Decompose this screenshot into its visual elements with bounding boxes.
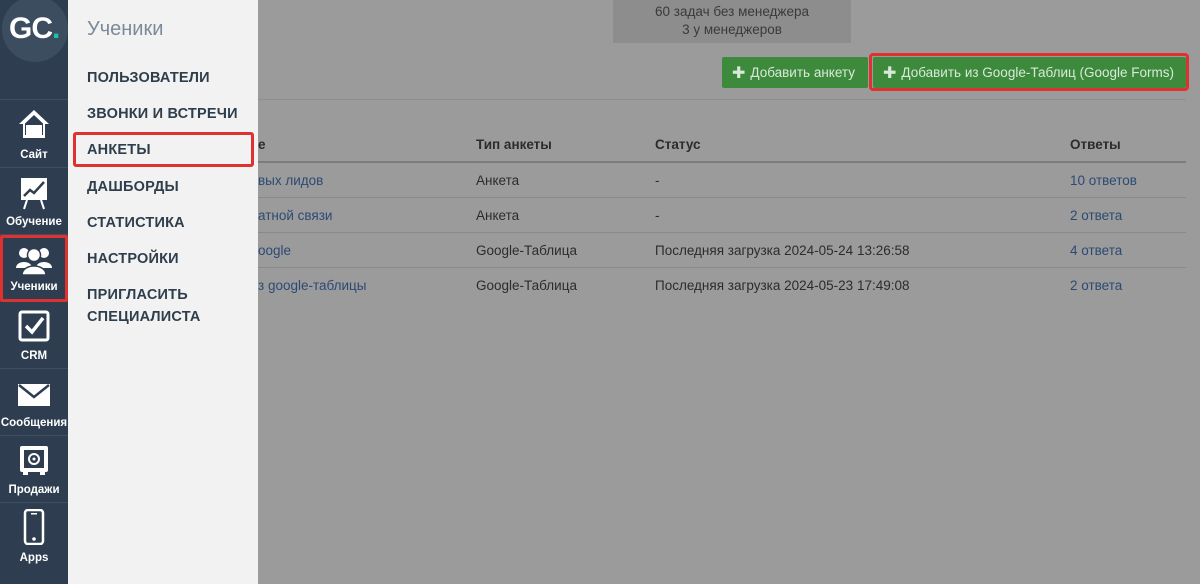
submenu-item-invite-line1: ПРИГЛАСИТЬ — [87, 287, 188, 303]
plus-icon: ✚ — [732, 64, 746, 82]
form-name-link[interactable]: вых лидов — [258, 173, 323, 188]
submenu-item-invite[interactable]: ПРИГЛАСИТЬ СПЕЦИАЛИСТА — [87, 284, 201, 328]
answers-link[interactable]: 2 ответа — [1070, 208, 1122, 223]
submenu-item-users[interactable]: ПОЛЬЗОВАТЕЛИ — [87, 67, 210, 89]
stats-manager-tasks: 3 у менеджеров — [682, 22, 782, 37]
form-status: - — [655, 208, 660, 223]
rail-item-students[interactable]: Ученики — [0, 235, 68, 302]
form-name-link[interactable]: oogle — [258, 243, 291, 258]
row-divider — [258, 197, 1186, 198]
rail-item-sales[interactable]: Продажи — [0, 436, 68, 503]
rail-item-crm[interactable]: CRM — [0, 302, 68, 369]
rail-item-site[interactable]: Сайт — [0, 100, 68, 168]
logo-dot: . — [52, 12, 60, 45]
rail-label-students: Ученики — [10, 281, 58, 293]
logo-text: GC — [9, 12, 53, 45]
phone-icon — [23, 508, 45, 550]
chart-board-icon — [19, 176, 49, 215]
safe-icon — [18, 444, 50, 481]
plus-icon: ✚ — [883, 64, 897, 82]
form-type: Google-Таблица — [476, 278, 577, 293]
form-status: Последняя загрузка 2024-05-24 13:26:58 — [655, 243, 910, 258]
house-icon — [17, 108, 51, 145]
form-type: Анкета — [476, 208, 520, 223]
add-from-google-button[interactable]: ✚ Добавить из Google-Таблиц (Google Form… — [873, 57, 1186, 88]
add-form-button[interactable]: ✚ Добавить анкету — [722, 57, 868, 88]
row-divider — [258, 232, 1186, 233]
logo-area: GC. — [0, 0, 68, 100]
submenu-item-invite-line2: СПЕЦИАЛИСТА — [87, 309, 201, 325]
rail-item-messages[interactable]: Сообщения — [0, 369, 68, 436]
column-header-status: Статус — [655, 137, 701, 152]
logo[interactable]: GC. — [9, 12, 60, 45]
column-header-type: Тип анкеты — [476, 137, 552, 152]
rail-item-learning[interactable]: Обучение — [0, 168, 68, 235]
form-status: - — [655, 173, 660, 188]
rail-label-learning: Обучение — [6, 216, 62, 228]
form-type: Google-Таблица — [476, 243, 577, 258]
task-stats: 60 задач без менеджера 3 у менеджеров — [613, 0, 851, 43]
rail-item-apps[interactable]: Apps — [0, 503, 68, 570]
checkbox-icon — [18, 310, 50, 347]
stats-unassigned-tasks: 60 задач без менеджера — [655, 4, 809, 19]
submenu-item-statistics[interactable]: СТАТИСТИКА — [87, 212, 185, 234]
rail-label-site: Сайт — [20, 149, 48, 161]
column-header-answers: Ответы — [1070, 137, 1121, 152]
students-submenu: Ученики ПОЛЬЗОВАТЕЛИ ЗВОНКИ И ВСТРЕЧИ АН… — [68, 0, 258, 584]
rail-label-messages: Сообщения — [0, 417, 68, 429]
submenu-item-forms[interactable]: АНКЕТЫ — [87, 139, 151, 161]
form-name-link[interactable]: атной связи — [258, 208, 332, 223]
answers-link[interactable]: 10 ответов — [1070, 173, 1137, 188]
table-header-divider — [258, 161, 1186, 163]
form-status: Последняя загрузка 2024-05-23 17:49:08 — [655, 278, 910, 293]
submenu-title: Ученики — [87, 18, 164, 40]
rail-label-sales: Продажи — [8, 484, 60, 496]
divider — [258, 99, 1186, 100]
submenu-item-calls[interactable]: ЗВОНКИ И ВСТРЕЧИ — [87, 103, 238, 125]
row-divider — [258, 267, 1186, 268]
submenu-item-dashboards[interactable]: ДАШБОРДЫ — [87, 176, 179, 198]
column-header-name: е — [258, 137, 266, 152]
rail-label-apps: Apps — [19, 552, 49, 564]
add-from-google-button-label: Добавить из Google-Таблиц (Google Forms) — [901, 65, 1175, 80]
left-nav-rail: GC. Сайт Обучение Ученики CRM Сообщения — [0, 0, 68, 584]
users-icon — [15, 244, 53, 281]
add-form-button-label: Добавить анкету — [750, 65, 855, 80]
answers-link[interactable]: 2 ответа — [1070, 278, 1122, 293]
answers-link[interactable]: 4 ответа — [1070, 243, 1122, 258]
rail-label-crm: CRM — [20, 350, 48, 362]
form-name-link[interactable]: з google-таблицы — [258, 278, 367, 293]
form-type: Анкета — [476, 173, 520, 188]
submenu-item-settings[interactable]: НАСТРОЙКИ — [87, 248, 179, 270]
envelope-icon — [17, 383, 51, 412]
